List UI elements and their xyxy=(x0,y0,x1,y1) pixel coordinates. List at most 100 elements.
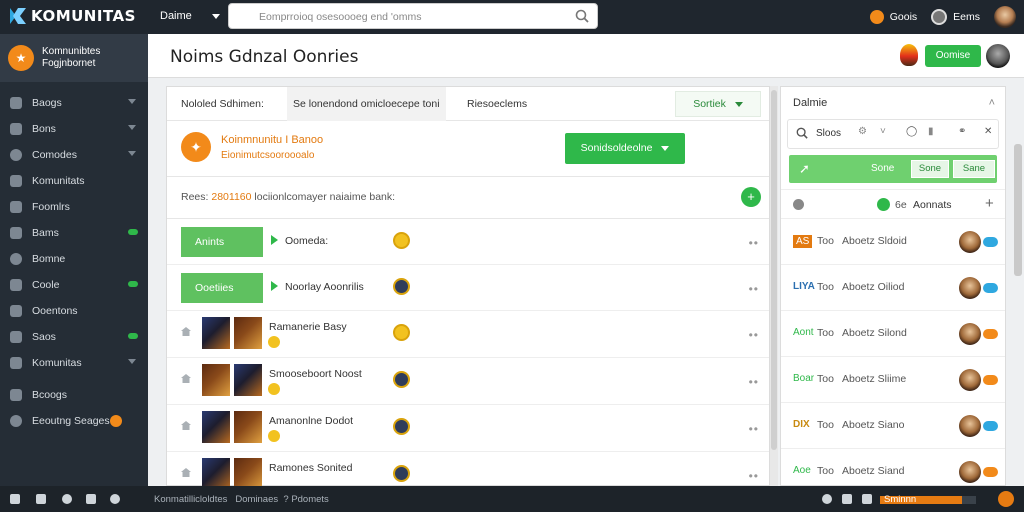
more-icon[interactable]: •• xyxy=(749,328,759,342)
sidebar-item-komunitats[interactable]: Komunitats xyxy=(0,168,148,194)
circle-icon[interactable]: ◯ xyxy=(906,126,917,137)
thumbnail-image[interactable] xyxy=(202,411,230,443)
avatar[interactable] xyxy=(959,369,981,391)
top-nav[interactable]: Daime xyxy=(160,10,220,22)
pin-icon[interactable]: ▮ xyxy=(928,126,934,137)
orange-status-icon[interactable] xyxy=(998,491,1014,507)
thumbnail-image[interactable] xyxy=(234,317,262,349)
thumbnail-image[interactable] xyxy=(202,317,230,349)
sidebar-header[interactable]: ★ Komnunibtes Fogjnbornet xyxy=(0,34,148,82)
status-icon[interactable] xyxy=(931,9,948,25)
menu-label[interactable]: Daime xyxy=(160,10,192,22)
list-item[interactable]: Amanonlne Dodot •• xyxy=(167,405,769,452)
scrollbar[interactable] xyxy=(770,86,778,486)
list-item[interactable]: LIYA Too Aboetz Oiliod xyxy=(781,265,1005,311)
sidebar-item-komunitas[interactable]: Komunitas xyxy=(0,350,148,376)
list-item[interactable]: AS Too Aboetz Sldoid xyxy=(781,219,1005,265)
sidebar-item-foomlrs[interactable]: Foomlrs xyxy=(0,194,148,220)
list-item[interactable]: Ramanerie Basy •• xyxy=(167,311,769,358)
chevron-down-icon xyxy=(128,99,136,104)
promo-button[interactable]: Sonidsoldeolne xyxy=(565,133,685,164)
more-icon[interactable]: •• xyxy=(749,375,759,389)
toolbar-label[interactable]: Sloos xyxy=(816,128,841,139)
avatar[interactable] xyxy=(959,231,981,253)
avatar[interactable] xyxy=(986,44,1010,68)
sidebar-item-saos[interactable]: Saos xyxy=(0,324,148,350)
green-button-1[interactable]: Sone xyxy=(911,160,949,178)
notification-icon[interactable] xyxy=(869,10,884,24)
tab-nololed[interactable]: Nololed Sdhimen: xyxy=(181,87,264,121)
lock-icon[interactable]: ⚭ xyxy=(958,126,966,137)
list-item[interactable]: Smooseboort Noost •• xyxy=(167,358,769,405)
expand-icon[interactable]: ✕ xyxy=(984,126,992,137)
clock-icon[interactable] xyxy=(822,494,832,504)
avatar[interactable] xyxy=(959,323,981,345)
sidebar-item-bams[interactable]: Bams xyxy=(0,220,148,246)
tab-riesoeclems[interactable]: Riesoeclems xyxy=(467,87,527,121)
avatar[interactable] xyxy=(959,277,981,299)
grid-icon[interactable] xyxy=(36,494,46,504)
search-icon[interactable] xyxy=(796,127,808,142)
avatar[interactable] xyxy=(959,415,981,437)
collapse-icon[interactable]: ˄ xyxy=(989,97,995,109)
sort-button[interactable]: Sortiek xyxy=(675,91,761,117)
stats-rest: lociionlcomayer naiaime bank: xyxy=(254,191,396,203)
scrollbar-thumb[interactable] xyxy=(771,90,777,450)
share-icon[interactable] xyxy=(10,494,20,504)
thumbnail-image[interactable] xyxy=(202,364,230,396)
info-icon[interactable] xyxy=(62,494,72,504)
list-item[interactable]: Anints Oomeda: •• xyxy=(167,219,769,265)
bottom-status-text: Konmatillicloldtes Dominaes ? Pdomets xyxy=(154,494,329,505)
green-button-2[interactable]: Sane xyxy=(953,160,995,178)
tab-search-area[interactable]: Se lonendond omicloecepe toni xyxy=(287,87,446,121)
sidebar-item-bomne[interactable]: Bomne xyxy=(0,246,148,272)
sidebar-item-ooentons[interactable]: Ooentons xyxy=(0,298,148,324)
arrow-icon xyxy=(271,235,278,245)
sidebar-item-comodes[interactable]: Comodes xyxy=(0,142,148,168)
user1-label[interactable]: Goois xyxy=(890,11,917,23)
sidebar-item-bons[interactable]: Bons xyxy=(0,116,148,142)
row-badge-button[interactable]: Anints xyxy=(181,227,263,257)
list-item[interactable]: DIX Too Aboetz Siano xyxy=(781,403,1005,449)
row-badge-button[interactable]: Ooetiies xyxy=(181,273,263,303)
thumbnail-image[interactable] xyxy=(234,411,262,443)
right-scrollbar[interactable] xyxy=(1014,144,1022,276)
item-too: Too xyxy=(817,465,834,477)
search-icon[interactable] xyxy=(575,9,589,26)
avatar[interactable] xyxy=(959,461,981,483)
more-icon[interactable]: •• xyxy=(749,282,759,296)
more-icon[interactable]: •• xyxy=(749,422,759,436)
settings-icon[interactable] xyxy=(862,494,872,504)
gear-icon[interactable]: ⚙ xyxy=(858,126,867,137)
list-item[interactable]: Boar Too Aboetz Sliime xyxy=(781,357,1005,403)
window-icon[interactable] xyxy=(86,494,96,504)
add-icon[interactable]: + xyxy=(741,187,761,207)
list-item[interactable]: Ooetiies Noorlay Aoonrilis •• xyxy=(167,265,769,311)
sidebar-item-label: Comodes xyxy=(32,149,77,161)
sidebar-item-baogs[interactable]: Baogs xyxy=(0,90,148,116)
sidebar-item-coole[interactable]: Coole xyxy=(0,272,148,298)
sidebar-item-bcoogs[interactable]: Bcoogs xyxy=(0,382,148,408)
user2-label[interactable]: Eems xyxy=(953,11,980,23)
thumbnail-image[interactable] xyxy=(234,364,262,396)
more-icon[interactable]: •• xyxy=(749,469,759,483)
more-icon[interactable]: •• xyxy=(749,236,759,250)
chevron-down-icon[interactable] xyxy=(211,13,220,19)
user-icon[interactable] xyxy=(842,494,852,504)
item-too: Too xyxy=(817,419,834,431)
row-title: Noorlay Aoonrilis xyxy=(285,281,364,293)
sidebar-item-eeoutng-seages[interactable]: Eeoutng Seages xyxy=(0,408,148,434)
search-input[interactable]: Eomprroioq osesoooeg end 'omms xyxy=(228,3,598,29)
list-item[interactable]: Aont Too Aboetz Silond xyxy=(781,311,1005,357)
add-icon[interactable]: + xyxy=(985,195,994,212)
back-icon[interactable] xyxy=(793,199,804,210)
app-logo[interactable]: KOMUNITAS xyxy=(8,6,136,26)
chevron-down-icon[interactable]: ˅ xyxy=(880,126,886,137)
help-icon[interactable] xyxy=(110,494,120,504)
emoji-icon xyxy=(268,383,280,395)
header-button[interactable]: Oomise xyxy=(925,45,981,67)
flame-icon[interactable] xyxy=(900,44,918,66)
green-action-bar[interactable]: ➚ Sone Sone Sane xyxy=(789,155,997,183)
avatar[interactable] xyxy=(994,6,1016,28)
item-label: Aboetz Sldoid xyxy=(842,235,907,247)
